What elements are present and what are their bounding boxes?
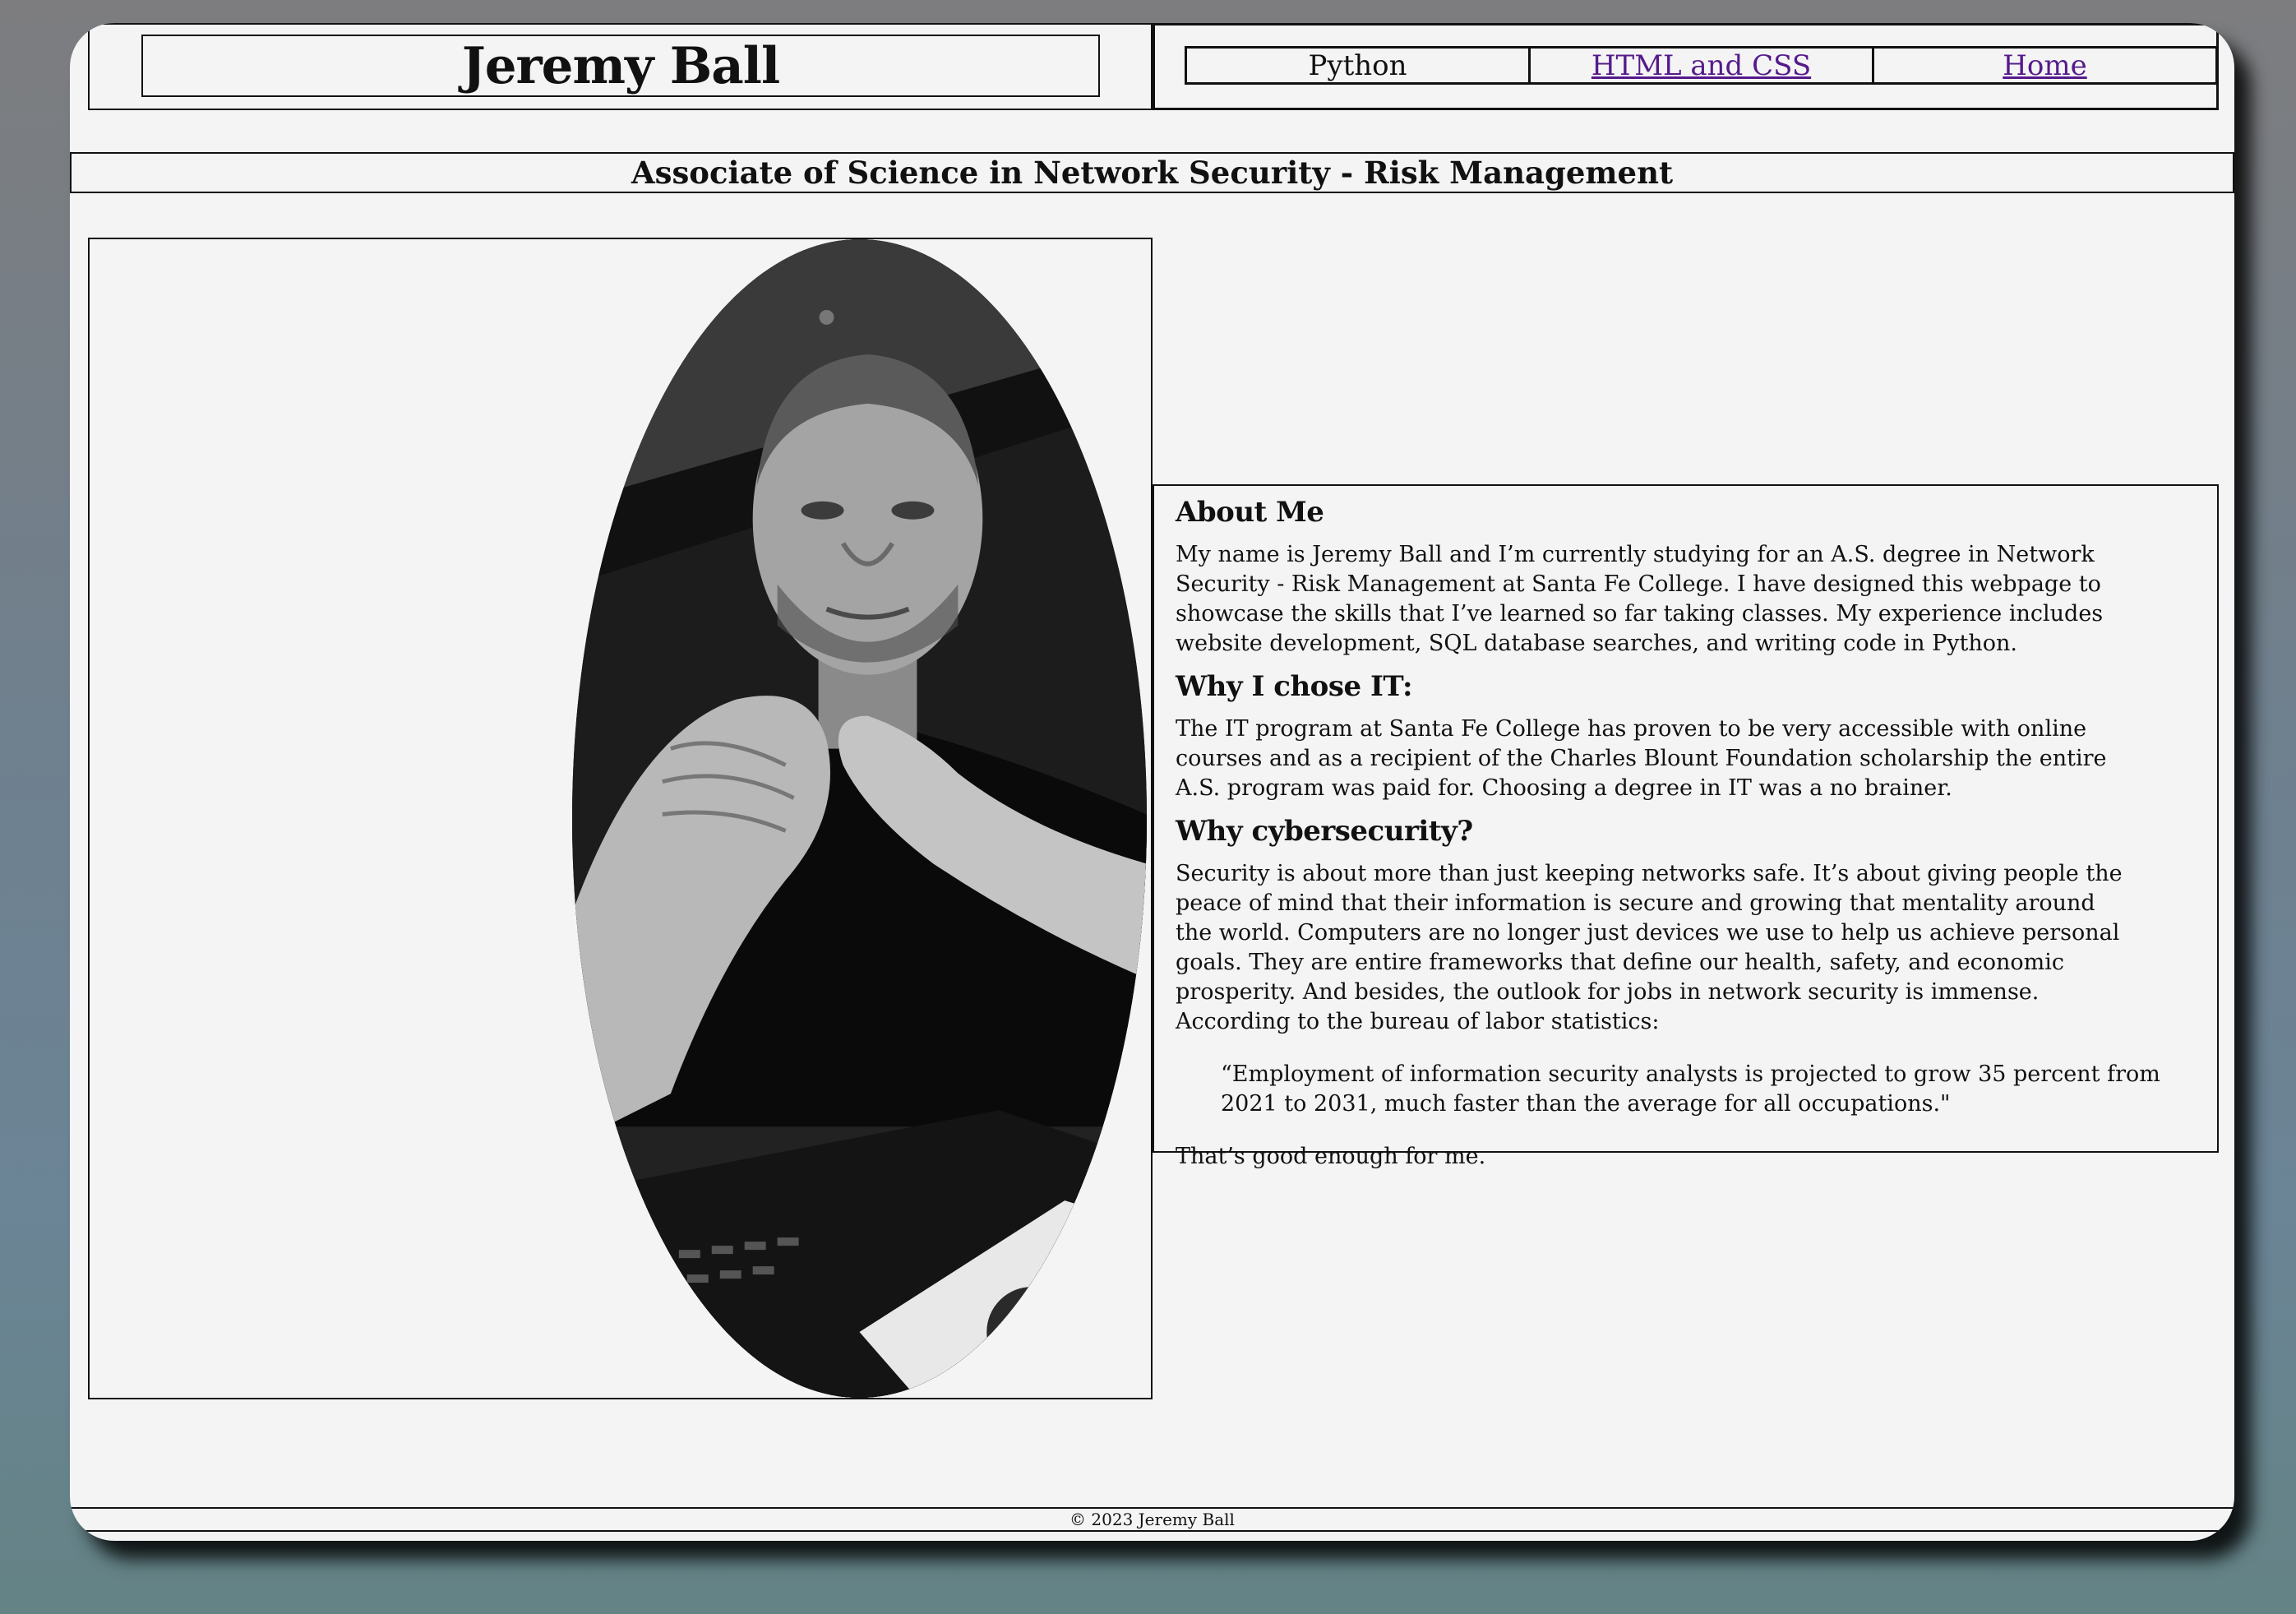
footer-copyright: © 2023 Jeremy Ball bbox=[70, 1507, 2234, 1532]
portrait-illustration bbox=[572, 239, 1147, 1398]
name-banner: Jeremy Ball bbox=[141, 35, 1100, 97]
about-section: About Me My name is Jeremy Ball and I’m … bbox=[1153, 484, 2219, 1169]
page-card: Jeremy Ball Python HTML and CSS Home Ass… bbox=[70, 23, 2234, 1541]
bls-quote: “Employment of information security anal… bbox=[1221, 1061, 2160, 1117]
top-nav: Python HTML and CSS Home bbox=[1185, 46, 2218, 85]
about-heading: About Me bbox=[1176, 496, 1324, 529]
why-cyber-heading: Why cybersecurity? bbox=[1176, 815, 1473, 848]
site-owner-name: Jeremy Ball bbox=[461, 36, 780, 95]
degree-title: Associate of Science in Network Security… bbox=[70, 152, 2234, 193]
why-it-text: The IT program at Santa Fe College has p… bbox=[1176, 716, 2107, 801]
profile-photo bbox=[572, 239, 1147, 1398]
why-it-heading: Why I chose IT: bbox=[1176, 670, 1413, 703]
why-cyber-text: Security is about more than just keeping… bbox=[1176, 861, 2123, 1034]
photo-frame bbox=[88, 238, 1153, 1399]
nav-python[interactable]: Python bbox=[1185, 46, 1531, 85]
nav-html-css[interactable]: HTML and CSS bbox=[1528, 46, 1874, 85]
nav-home[interactable]: Home bbox=[1872, 46, 2218, 85]
closing-text: That’s good enough for me. bbox=[1176, 1144, 1486, 1169]
about-intro-text: My name is Jeremy Ball and I’m currently… bbox=[1176, 542, 2104, 656]
